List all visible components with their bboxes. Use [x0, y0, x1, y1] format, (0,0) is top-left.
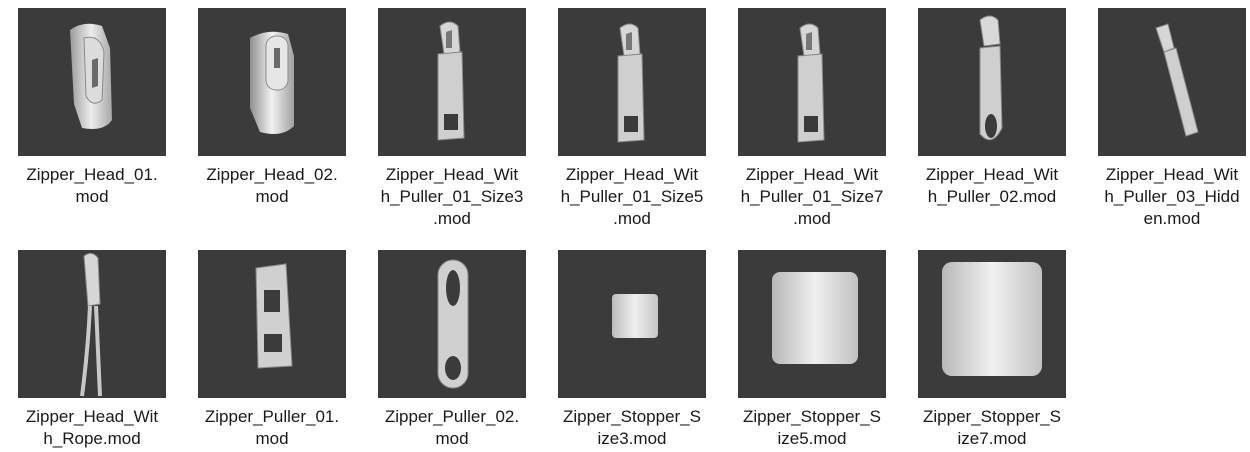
model-thumbnail: [738, 250, 886, 398]
file-name: Zipper_Head_Wit h_Puller_01_Size7 .mod: [740, 165, 884, 228]
model-thumbnail: [558, 250, 706, 398]
zipper-head-icon: [250, 31, 294, 134]
model-thumbnail: [378, 8, 526, 156]
file-name: Zipper_Stopper_S ize5.mod: [743, 407, 881, 448]
file-name: Zipper_Head_Wit h_Puller_01_Size5 .mod: [560, 165, 704, 228]
zipper-puller-icon: [437, 259, 469, 389]
zipper-head-with-puller-icon: [437, 21, 465, 141]
file-item-zipper-puller-01[interactable]: Zipper_Puller_01. mod: [184, 250, 360, 450]
file-item-zipper-stopper-size7[interactable]: Zipper_Stopper_S ize7.mod: [904, 250, 1080, 450]
file-item-zipper-head-with-puller-01-size3[interactable]: Zipper_Head_Wit h_Puller_01_Size3 .mod: [364, 8, 540, 230]
file-name: Zipper_Head_Wit h_Puller_03_Hidd en.mod: [1104, 165, 1240, 228]
zipper-head-hidden-icon: [1155, 23, 1199, 137]
file-grid: Zipper_Head_01. mod Zipper_Head_02. mod …: [0, 0, 1250, 452]
model-thumbnail: [918, 250, 1066, 398]
file-name: Zipper_Head_Wit h_Puller_01_Size3 .mod: [380, 165, 524, 228]
model-thumbnail: [378, 250, 526, 398]
file-name: Zipper_Head_Wit h_Puller_02.mod: [925, 165, 1059, 206]
file-item-zipper-stopper-size5[interactable]: Zipper_Stopper_S ize5.mod: [724, 250, 900, 450]
model-thumbnail: [18, 8, 166, 156]
file-item-zipper-head-with-puller-01-size5[interactable]: Zipper_Head_Wit h_Puller_01_Size5 .mod: [544, 8, 720, 230]
zipper-head-icon: [70, 23, 112, 129]
zipper-head-with-puller-icon: [797, 23, 825, 143]
zipper-stopper-icon: [772, 272, 858, 364]
file-name: Zipper_Stopper_S ize3.mod: [563, 407, 701, 448]
zipper-head-with-puller-icon: [979, 15, 1003, 141]
file-name: Zipper_Stopper_S ize7.mod: [923, 407, 1061, 448]
file-item-zipper-stopper-size3[interactable]: Zipper_Stopper_S ize3.mod: [544, 250, 720, 450]
model-thumbnail: [918, 8, 1066, 156]
zipper-head-rope-icon: [80, 252, 102, 397]
file-name: Zipper_Head_Wit h_Rope.mod: [25, 407, 159, 448]
model-thumbnail: [198, 250, 346, 398]
model-thumbnail: [198, 8, 346, 156]
file-item-zipper-head-02[interactable]: Zipper_Head_02. mod: [184, 8, 360, 208]
model-thumbnail: [1098, 8, 1246, 156]
zipper-head-with-puller-icon: [617, 23, 645, 143]
model-thumbnail: [738, 8, 886, 156]
zipper-stopper-icon: [612, 294, 658, 338]
file-name: Zipper_Head_02. mod: [206, 165, 338, 206]
file-item-zipper-head-01[interactable]: Zipper_Head_01. mod: [4, 8, 180, 208]
model-thumbnail: [558, 8, 706, 156]
file-name: Zipper_Head_01. mod: [26, 165, 158, 206]
file-item-zipper-puller-02[interactable]: Zipper_Puller_02. mod: [364, 250, 540, 450]
zipper-stopper-icon: [942, 262, 1042, 376]
file-item-zipper-head-with-puller-02[interactable]: Zipper_Head_Wit h_Puller_02.mod: [904, 8, 1080, 208]
file-item-zipper-head-with-puller-03-hidden[interactable]: Zipper_Head_Wit h_Puller_03_Hidd en.mod: [1084, 8, 1250, 230]
model-thumbnail: [18, 250, 166, 398]
file-name: Zipper_Puller_02. mod: [384, 407, 520, 448]
file-name: Zipper_Puller_01. mod: [204, 407, 340, 448]
zipper-puller-icon: [255, 263, 293, 369]
file-item-zipper-head-with-puller-01-size7[interactable]: Zipper_Head_Wit h_Puller_01_Size7 .mod: [724, 8, 900, 230]
file-item-zipper-head-with-rope[interactable]: Zipper_Head_Wit h_Rope.mod: [4, 250, 180, 450]
